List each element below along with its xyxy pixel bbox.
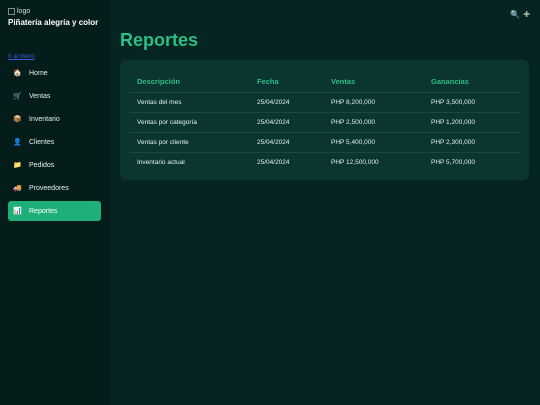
folder-icon: 📁 <box>13 162 22 169</box>
broken-image-icon <box>8 8 15 15</box>
sidebar-item-pedidos[interactable]: 📁 Pedidos <box>8 155 101 175</box>
cell-ganancias: PHP 2,300,000 <box>424 132 520 153</box>
column-header-descripcion: Descripción <box>137 76 180 86</box>
header-actions: 🔍 ✚ <box>510 10 530 19</box>
sidebar-item-label: Pedidos <box>29 161 55 169</box>
menu-link[interactable]: Ir al menú <box>8 54 35 60</box>
cell-ganancias: PHP 1,200,000 <box>424 112 520 133</box>
sidebar-item-label: Home <box>29 69 48 77</box>
sidebar-item-label: Proveedores <box>29 184 69 192</box>
cell-ventas: PHP 8,200,000 <box>324 92 424 113</box>
table-header-row: Descripción Fecha Ventas Ganancias <box>130 70 520 93</box>
cell-ventas: PHP 2,500,000 <box>324 112 424 133</box>
cell-descripcion: Inventario actual <box>130 152 250 172</box>
sidebar-item-home[interactable]: 🏠 Home <box>8 63 101 83</box>
search-icon[interactable]: 🔍 <box>510 10 520 19</box>
table-row: Ventas por categoría 25/04/2024 PHP 2,50… <box>130 112 520 133</box>
sidebar-item-proveedores[interactable]: 🚚 Proveedores <box>8 178 101 198</box>
sidebar-item-reportes[interactable]: 📊 Reportes <box>8 201 101 221</box>
table-row: Ventas por cliente 25/04/2024 PHP 5,400,… <box>130 132 520 153</box>
table-row: Ventas del mes 25/04/2024 PHP 8,200,000 … <box>130 92 520 113</box>
reports-card: Descripción Fecha Ventas Ganancias Venta… <box>120 60 529 180</box>
sidebar-item-label: Ventas <box>29 92 51 100</box>
sidebar: logo Piñatería alegría y color Ir al men… <box>0 0 110 405</box>
add-icon[interactable]: ✚ <box>523 10 530 19</box>
logo: logo <box>8 8 30 15</box>
cart-icon: 🛒 <box>13 93 22 100</box>
cell-ganancias: PHP 3,500,000 <box>424 92 520 113</box>
logo-alt-text: logo <box>17 8 31 15</box>
sidebar-item-inventario[interactable]: 📦 Inventario <box>8 109 101 129</box>
page-title: Reportes <box>120 30 199 50</box>
user-icon: 👤 <box>13 139 22 146</box>
home-icon: 🏠 <box>13 70 22 77</box>
column-header-ventas: Ventas <box>331 76 356 86</box>
brand-name: Piñatería alegría y color <box>8 18 99 27</box>
sidebar-item-label: Clientes <box>29 138 55 146</box>
cell-fecha: 25/04/2024 <box>250 92 324 113</box>
sidebar-item-ventas[interactable]: 🛒 Ventas <box>8 86 101 106</box>
cell-fecha: 25/04/2024 <box>250 132 324 153</box>
reports-table: Descripción Fecha Ventas Ganancias Venta… <box>130 70 520 172</box>
cell-fecha: 25/04/2024 <box>250 112 324 133</box>
cell-descripcion: Ventas por cliente <box>130 132 250 153</box>
cell-descripcion: Ventas del mes <box>130 92 250 113</box>
column-header-fecha: Fecha <box>257 76 279 86</box>
cell-ventas: PHP 12,500,000 <box>324 152 424 172</box>
sidebar-item-label: Inventario <box>29 115 60 123</box>
sidebar-item-label: Reportes <box>29 207 58 215</box>
sidebar-item-clientes[interactable]: 👤 Clientes <box>8 132 101 152</box>
column-header-ganancias: Ganancias <box>431 76 469 86</box>
cell-ganancias: PHP 5,700,000 <box>424 152 520 172</box>
truck-icon: 🚚 <box>13 185 22 192</box>
cell-ventas: PHP 5,400,000 <box>324 132 424 153</box>
box-icon: 📦 <box>13 116 22 123</box>
cell-fecha: 25/04/2024 <box>250 152 324 172</box>
sidebar-nav: 🏠 Home 🛒 Ventas 📦 Inventario 👤 Clientes … <box>8 63 101 224</box>
chart-icon: 📊 <box>13 208 22 215</box>
cell-descripcion: Ventas por categoría <box>130 112 250 133</box>
table-row: Inventario actual 25/04/2024 PHP 12,500,… <box>130 152 520 172</box>
